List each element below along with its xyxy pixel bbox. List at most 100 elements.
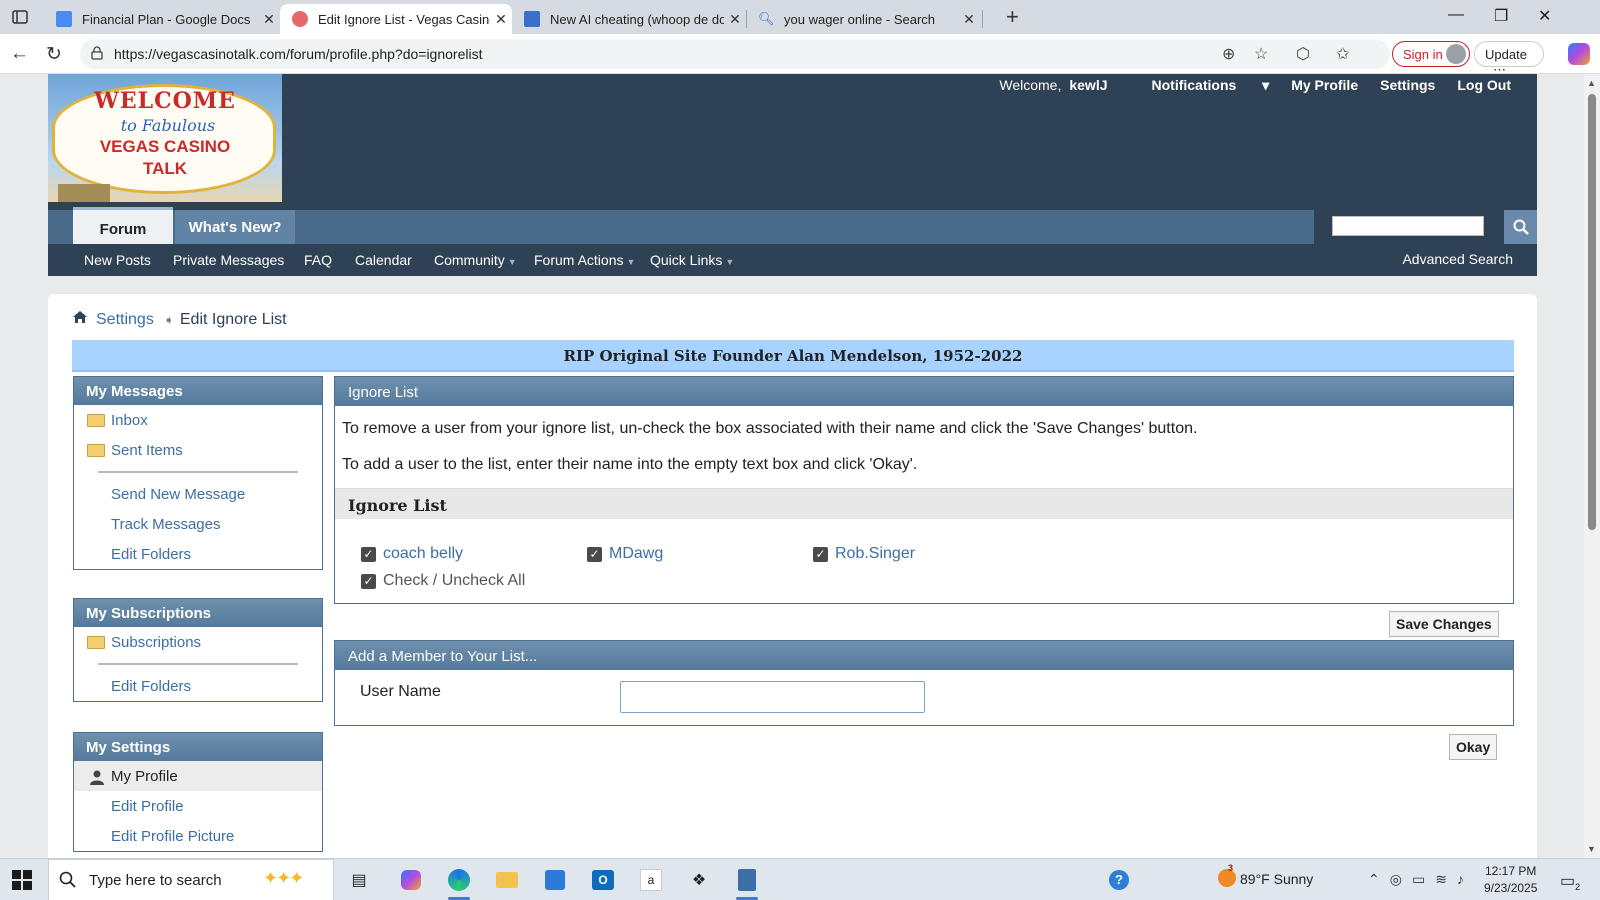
ignored-user-link[interactable]: coach belly: [383, 545, 463, 563]
search-button[interactable]: [1504, 210, 1537, 244]
notification-center-icon[interactable]: ▭2: [1560, 871, 1580, 892]
settings-link[interactable]: Settings: [1380, 77, 1435, 94]
system-tray[interactable]: ⌃◎▭≋♪: [1368, 871, 1474, 888]
ignored-user-checkbox[interactable]: ✓ MDawg: [587, 545, 663, 563]
outlook-icon[interactable]: O: [588, 865, 618, 895]
restore-icon[interactable]: ❐: [1494, 6, 1508, 26]
okay-button[interactable]: Okay: [1449, 734, 1498, 760]
sidebar-item-sent[interactable]: Sent Items: [74, 435, 322, 465]
browser-tab-active[interactable]: Edit Ignore List - Vegas Casino Ta ✕: [280, 4, 512, 34]
scroll-up-icon[interactable]: ▲: [1587, 78, 1596, 88]
advanced-search-link[interactable]: Advanced Search: [1402, 251, 1513, 267]
close-tab-icon[interactable]: ✕: [258, 11, 280, 28]
microsoft-store-icon[interactable]: [540, 865, 570, 895]
sidebar-item-edit-profile-picture[interactable]: Edit Profile Picture: [74, 821, 322, 851]
extensions-icon[interactable]: ⬡: [1296, 44, 1310, 64]
ignored-user-checkbox[interactable]: ✓ coach belly: [361, 545, 463, 563]
notifications-menu[interactable]: Notifications ▾: [1130, 77, 1270, 94]
update-button[interactable]: Update ⋯: [1474, 41, 1544, 77]
tab-actions-icon[interactable]: [8, 7, 32, 27]
community-menu[interactable]: Community ▼: [434, 252, 517, 268]
checkbox-checked-icon[interactable]: ✓: [587, 546, 602, 562]
scroll-down-icon[interactable]: ▼: [1587, 844, 1596, 854]
avatar: [1446, 44, 1466, 64]
system-clock[interactable]: 12:17 PM 9/23/2025: [1484, 863, 1537, 897]
scrollbar-thumb[interactable]: [1588, 94, 1596, 530]
private-messages-link[interactable]: Private Messages: [173, 252, 284, 268]
home-icon[interactable]: [72, 310, 88, 329]
refresh-icon[interactable]: ↻: [46, 43, 62, 66]
zoom-icon[interactable]: ⊕: [1222, 44, 1235, 64]
new-posts-link[interactable]: New Posts: [84, 252, 151, 268]
sidebar-item-send-new-message[interactable]: Send New Message: [74, 479, 322, 509]
weather-widget[interactable]: 3 89°F Sunny: [1218, 863, 1313, 887]
browser-tab[interactable]: Financial Plan - Google Docs ✕: [44, 4, 280, 34]
taskbar-search-input[interactable]: Type here to search ✦✦✦: [48, 859, 334, 900]
save-changes-button[interactable]: Save Changes: [1389, 611, 1499, 637]
add-member-header: Add a Member to Your List...: [335, 641, 1513, 670]
sidebar-item-my-profile[interactable]: My Profile: [74, 761, 322, 791]
battery-icon[interactable]: ▭: [1412, 871, 1435, 887]
close-tab-icon[interactable]: ✕: [724, 11, 746, 28]
user-icon: [89, 769, 105, 789]
breadcrumb-settings-link[interactable]: Settings: [96, 311, 154, 329]
copilot-app-icon[interactable]: [396, 865, 426, 895]
quick-links-menu[interactable]: Quick Links ▼: [650, 252, 734, 268]
calendar-link[interactable]: Calendar: [355, 252, 412, 268]
sidebar-item-subscriptions[interactable]: Subscriptions: [74, 627, 322, 657]
windows-start-icon[interactable]: [12, 870, 32, 895]
check-all-checkbox[interactable]: ✓ Check / Uncheck All: [361, 572, 525, 590]
username-link[interactable]: kewlJ: [1069, 77, 1107, 94]
minimize-icon[interactable]: —: [1448, 6, 1464, 24]
task-view-icon[interactable]: ▤: [344, 865, 374, 895]
tab-forum[interactable]: Forum: [73, 207, 173, 244]
ignored-user-checkbox[interactable]: ✓ Rob.Singer: [813, 545, 915, 563]
dropbox-icon[interactable]: ❖: [684, 865, 714, 895]
tab-whats-new[interactable]: What's New?: [175, 210, 295, 244]
instruction-remove: To remove a user from your ignore list, …: [342, 420, 1198, 437]
checkbox-checked-icon[interactable]: ✓: [361, 573, 376, 589]
browser-tab[interactable]: New AI cheating (whoop de do) c ✕: [512, 4, 746, 34]
amazon-icon[interactable]: a: [636, 865, 666, 895]
faq-link[interactable]: FAQ: [304, 252, 332, 268]
url-field[interactable]: https://vegascasinotalk.com/forum/profil…: [80, 39, 1390, 69]
copilot-icon[interactable]: [1568, 43, 1590, 65]
checkbox-checked-icon[interactable]: ✓: [813, 546, 828, 562]
top-navigation: Welcome, kewlJ Notifications ▾ My Profil…: [999, 77, 1511, 94]
sidebar-item-track-messages[interactable]: Track Messages: [74, 509, 322, 539]
file-explorer-icon[interactable]: [492, 865, 522, 895]
site-logo[interactable]: WELCOME to Fabulous VEGAS CASINO TALK: [48, 74, 282, 202]
sidebar-item-edit-folders[interactable]: Edit Folders: [74, 671, 322, 701]
favorites-icon[interactable]: ✩: [1336, 44, 1349, 64]
sub-navigation: New Posts Private Messages FAQ Calendar …: [48, 244, 1537, 276]
chevron-up-icon[interactable]: ⌃: [1368, 871, 1390, 887]
wifi-icon[interactable]: ≋: [1435, 871, 1457, 887]
meet-icon[interactable]: ◎: [1390, 871, 1412, 887]
calculator-icon[interactable]: [732, 865, 762, 900]
favorite-star-icon[interactable]: ☆: [1254, 44, 1268, 64]
close-window-icon[interactable]: ✕: [1538, 6, 1551, 26]
site-info-icon[interactable]: [90, 46, 104, 65]
help-icon[interactable]: ?: [1104, 865, 1134, 895]
sidebar-item-edit-profile[interactable]: Edit Profile: [74, 791, 322, 821]
volume-icon[interactable]: ♪: [1457, 871, 1474, 887]
my-profile-link[interactable]: My Profile: [1291, 77, 1358, 94]
close-tab-icon[interactable]: ✕: [958, 11, 980, 28]
sign-in-button[interactable]: Sign in: [1392, 41, 1470, 67]
forum-actions-menu[interactable]: Forum Actions ▼: [534, 252, 635, 268]
search-input[interactable]: [1332, 216, 1484, 236]
username-input[interactable]: [620, 681, 925, 713]
checkbox-checked-icon[interactable]: ✓: [361, 546, 376, 562]
close-tab-icon[interactable]: ✕: [490, 11, 512, 28]
new-tab-button[interactable]: +: [1006, 4, 1019, 30]
log-out-link[interactable]: Log Out: [1457, 77, 1511, 94]
back-icon[interactable]: ←: [10, 43, 29, 65]
browser-tab[interactable]: 🔍︎ you wager online - Search ✕: [746, 4, 980, 34]
edge-browser-icon[interactable]: [444, 865, 474, 900]
search-icon: [1513, 219, 1529, 235]
ignored-user-link[interactable]: MDawg: [609, 545, 663, 563]
sidebar-item-edit-folders[interactable]: Edit Folders: [74, 539, 322, 569]
ignored-user-link[interactable]: Rob.Singer: [835, 545, 915, 563]
page-scrollbar[interactable]: ▲ ▼: [1584, 74, 1600, 858]
sidebar-item-inbox[interactable]: Inbox: [74, 405, 322, 435]
